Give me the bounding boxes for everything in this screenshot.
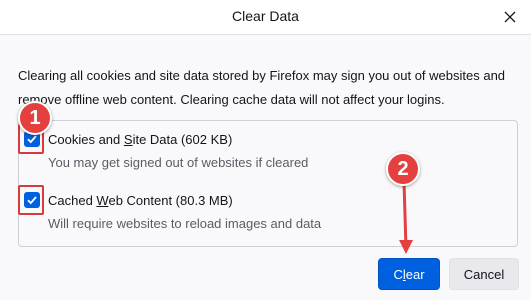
cookies-label: Cookies and Site Data (602 KB): [48, 131, 233, 147]
dialog-title: Clear Data: [232, 8, 299, 24]
close-button[interactable]: [499, 6, 521, 28]
cookies-sublabel: You may get signed out of websites if cl…: [48, 155, 309, 170]
cache-sublabel: Will require websites to reload images a…: [48, 216, 322, 231]
cache-label: Cached Web Content (80.3 MB): [48, 192, 233, 208]
step-1-badge: 1: [18, 101, 52, 135]
dialog-description: Clearing all cookies and site data store…: [18, 68, 506, 107]
clear-button[interactable]: Cl ear: [378, 258, 440, 290]
dialog-titlebar: Clear Data: [0, 0, 531, 35]
step-2-badge: 2: [386, 152, 420, 186]
cache-option[interactable]: Cached Web Content (80.3 MB): [24, 192, 233, 208]
close-icon: [504, 11, 516, 23]
cookies-option[interactable]: Cookies and Site Data (602 KB): [24, 131, 232, 147]
cache-highlight-box: [18, 185, 44, 215]
cancel-button[interactable]: Cancel: [449, 258, 519, 290]
